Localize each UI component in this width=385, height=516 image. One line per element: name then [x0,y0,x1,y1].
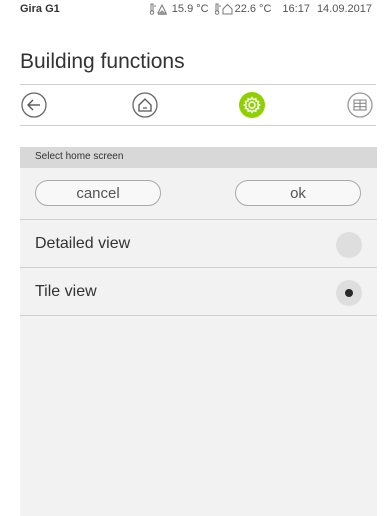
panel-header: Select home screen [20,147,377,168]
page-title: Building functions [20,50,185,73]
settings-button[interactable] [238,91,266,119]
outdoor-temp-value: 15.9 °C [171,3,209,15]
clock-time: 16:17 [282,3,310,15]
option-label: Tile view [35,283,97,300]
tile-view-button[interactable] [346,91,374,119]
option-detailed-view[interactable]: Detailed view [20,220,377,268]
option-label: Detailed view [35,235,131,252]
outdoor-temperature: 15.9 °C [149,3,209,15]
device-title: Gira G1 [20,3,60,15]
home-button[interactable] [131,91,159,119]
outdoor-thermometer-icon [149,3,170,15]
gear-icon [239,92,265,118]
clock-date: 14.09.2017 [316,3,372,15]
cancel-button[interactable]: cancel [35,180,161,206]
arrow-left-icon [21,92,47,118]
indoor-thermometer-icon [214,3,233,15]
radio-button[interactable] [336,232,362,258]
back-button[interactable] [20,91,48,119]
option-tile-view[interactable]: Tile view [20,268,377,316]
nav-divider [20,125,376,126]
grid-icon [347,92,373,118]
home-screen-panel: Select home screen cancel ok Detailed vi… [20,147,377,516]
indoor-temp-value: 22.6 °C [234,3,272,15]
ok-button[interactable]: ok [235,180,361,206]
radio-button-selected[interactable] [336,280,362,306]
panel-header-label: Select home screen [35,151,124,162]
status-bar: 15.9 °C 22.6 °C 16:17 14.09.2017 [149,3,372,15]
nav-bar [20,91,376,119]
indoor-temperature: 22.6 °C [214,3,272,15]
divider [20,315,377,316]
title-divider [20,84,376,85]
home-icon [132,92,158,118]
radio-selected-dot [345,289,353,297]
